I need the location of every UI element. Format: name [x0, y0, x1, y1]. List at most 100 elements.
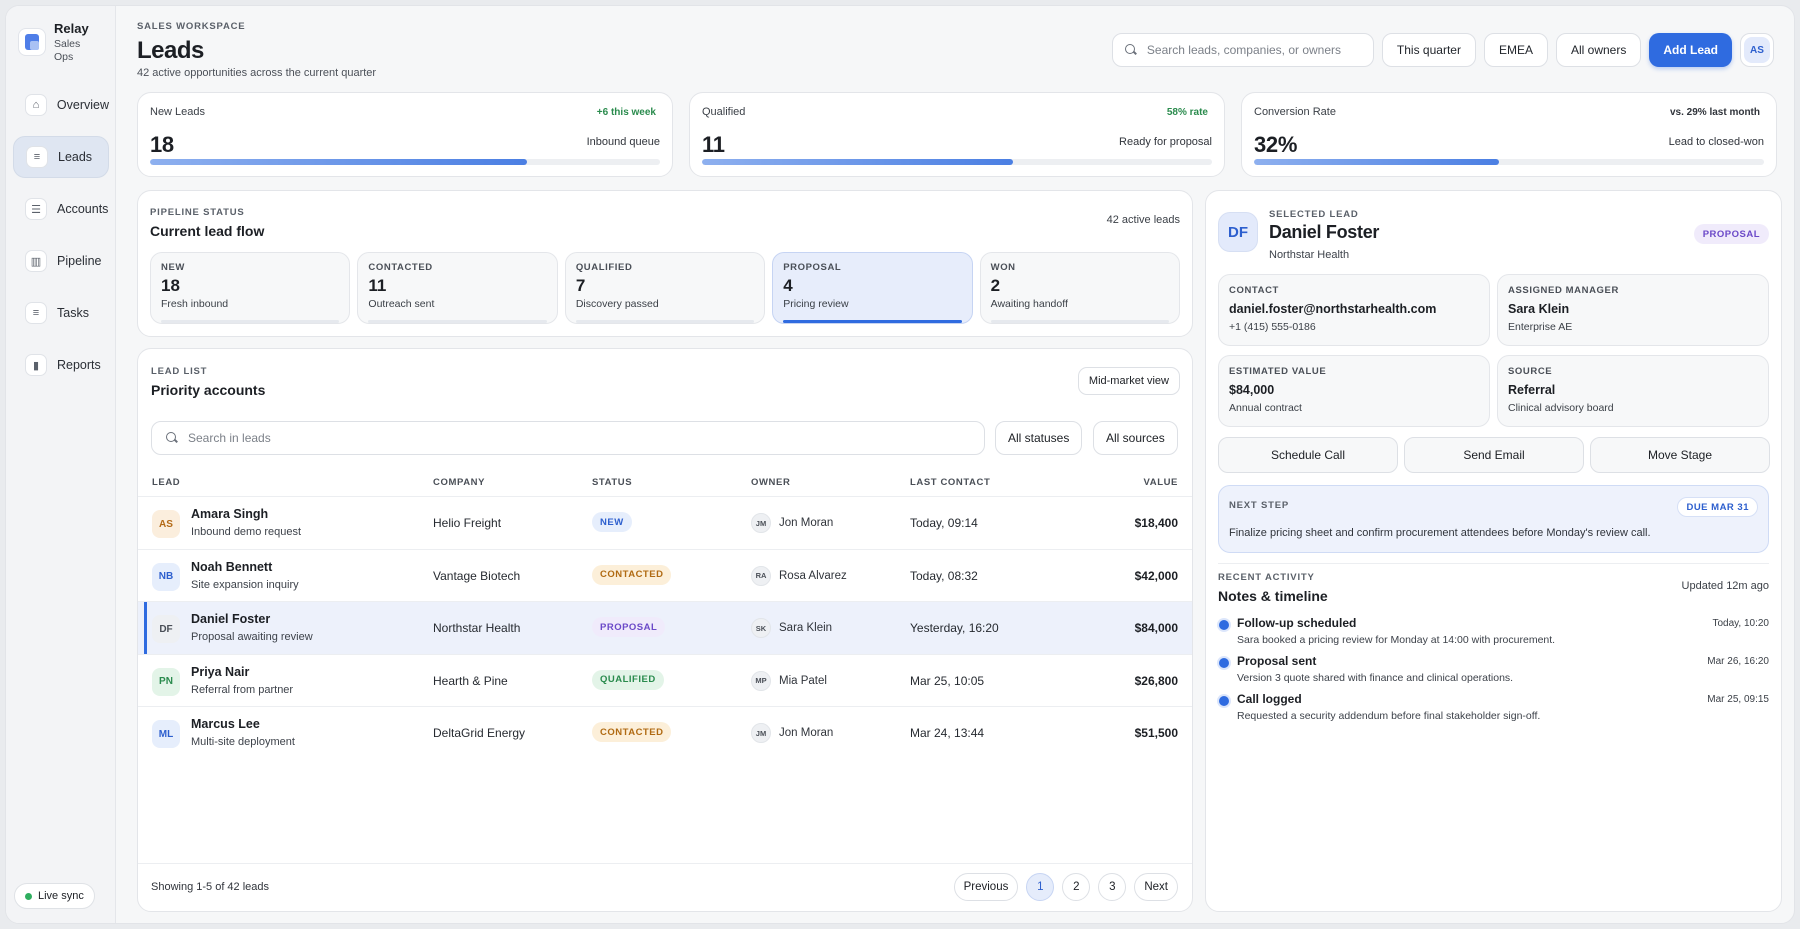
sidebar-item-overview[interactable]: ⌂ Overview	[13, 84, 109, 126]
timeline-text: Sara booked a pricing review for Monday …	[1237, 634, 1556, 646]
timeline-item[interactable]: Call logged Requested a security addendu…	[1218, 691, 1769, 729]
global-search-input[interactable]: Search leads, companies, or owners	[1111, 33, 1374, 67]
status-filter-button[interactable]: All statuses	[995, 421, 1083, 455]
previous-page-button[interactable]: Previous	[953, 873, 1019, 901]
move-stage-button[interactable]: Move Stage	[1590, 437, 1770, 473]
activity-updated: Updated 12m ago	[1681, 580, 1769, 592]
timeline-item[interactable]: Proposal sent Version 3 quote shared wit…	[1218, 653, 1769, 691]
table-row[interactable]: NB Noah Bennett Site expansion inquiry V…	[138, 548, 1192, 602]
pipeline-status-card: PIPELINE STATUS Current lead flow 42 act…	[137, 190, 1193, 337]
lead-avatar: ML	[152, 720, 180, 748]
stage-qualified[interactable]: QUALIFIED 7 Discovery passed	[564, 252, 766, 324]
stat-badge: vs. 29% last month	[1669, 107, 1760, 118]
selected-lead-company: Northstar Health	[1269, 249, 1350, 261]
sidebar-item-leads[interactable]: ≡ Leads	[13, 136, 109, 178]
last-contact: Mar 24, 13:44	[910, 726, 985, 740]
column-header-last-contact[interactable]: LAST CONTACT	[910, 477, 990, 488]
column-header-company[interactable]: COMPANY	[433, 477, 485, 488]
stage-contacted[interactable]: CONTACTED 11 Outreach sent	[357, 252, 558, 324]
stage-name: WON	[990, 262, 1016, 273]
sidebar-item-tasks[interactable]: ≡ Tasks	[13, 292, 109, 334]
stage-won[interactable]: WON 2 Awaiting handoff	[979, 252, 1181, 324]
lead-list-card: LEAD LIST Priority accounts Mid-market v…	[137, 348, 1193, 912]
column-header-lead[interactable]: LEAD	[152, 477, 180, 488]
next-page-button[interactable]: Next	[1134, 873, 1178, 901]
user-avatar[interactable]: AS	[1740, 33, 1774, 67]
column-header-status[interactable]: STATUS	[592, 477, 632, 488]
add-lead-button[interactable]: Add Lead	[1649, 33, 1732, 67]
lead-source: Referral	[1508, 383, 1556, 397]
stage-bar	[783, 320, 962, 323]
schedule-call-button[interactable]: Schedule Call	[1218, 437, 1398, 473]
timeline-title: Follow-up scheduled	[1237, 616, 1357, 630]
table-row[interactable]: AS Amara Singh Inbound demo request Heli…	[138, 496, 1192, 549]
manager-role: Enterprise AE	[1508, 321, 1573, 333]
brand[interactable]: Relay Sales Ops	[18, 22, 89, 64]
period-filter-button[interactable]: This quarter	[1381, 33, 1476, 67]
page-button-3[interactable]: 3	[1098, 873, 1127, 901]
stage-name: PROPOSAL	[783, 262, 842, 273]
owner-name: Jon Moran	[779, 727, 834, 739]
column-header-owner[interactable]: OWNER	[751, 477, 790, 488]
stage-name: CONTACTED	[368, 262, 433, 273]
brand-sub-line-2: Ops	[54, 50, 74, 63]
stat-progress-bar	[702, 159, 1212, 165]
lead-avatar: NB	[152, 562, 180, 591]
table-row[interactable]: PN Priya Nair Referral from partner Hear…	[138, 653, 1192, 707]
owner-avatar: JM	[751, 513, 771, 533]
lead-list-eyebrow: LEAD LIST	[151, 366, 208, 377]
sidebar-item-reports[interactable]: ▮ Reports	[13, 344, 109, 386]
column-header-value[interactable]: VALUE	[1144, 477, 1179, 488]
status-badge: CONTACTED	[592, 564, 672, 585]
live-sync-badge[interactable]: Live sync	[14, 883, 95, 909]
sidebar-item-accounts[interactable]: ☰ Accounts	[13, 188, 109, 230]
stage-description: Discovery passed	[575, 298, 659, 310]
stage-description: Fresh inbound	[161, 298, 229, 310]
page-button-2[interactable]: 2	[1062, 873, 1091, 901]
stage-name: QUALIFIED	[575, 262, 633, 273]
owner-filter-button[interactable]: All owners	[1555, 33, 1642, 67]
pipeline-eyebrow: PIPELINE STATUS	[150, 207, 245, 218]
sidebar-item-label: Leads	[58, 150, 93, 164]
stage-count: 2	[990, 276, 1001, 295]
lead-name: Noah Bennett	[191, 559, 273, 574]
timeline-dot-icon	[1219, 696, 1229, 706]
region-filter-button[interactable]: EMEA	[1483, 33, 1548, 67]
stat-value: 32%	[1254, 132, 1298, 157]
contact-email[interactable]: daniel.foster@northstarhealth.com	[1229, 302, 1479, 316]
estimated-value: $84,000	[1229, 383, 1275, 397]
accounts-icon: ☰	[25, 198, 47, 220]
stage-bar	[161, 320, 340, 323]
info-label: CONTACT	[1229, 285, 1279, 296]
table-row[interactable]: ML Marcus Lee Multi-site deployment Delt…	[138, 706, 1192, 759]
table-row-selected[interactable]: DF Daniel Foster Proposal awaiting revie…	[138, 601, 1192, 654]
activity-title: Notes & timeline	[1218, 588, 1328, 604]
manager-info-box: ASSIGNED MANAGER Sara Klein Enterprise A…	[1497, 274, 1769, 346]
info-label: SOURCE	[1508, 366, 1553, 377]
pagination: Previous 1 2 3 Next	[953, 873, 1178, 901]
timeline-title: Call logged	[1237, 692, 1302, 706]
search-icon	[166, 432, 178, 444]
stage-new[interactable]: NEW 18 Fresh inbound	[150, 252, 351, 324]
send-email-button[interactable]: Send Email	[1404, 437, 1584, 473]
source-filter-button[interactable]: All sources	[1093, 421, 1178, 455]
due-date-badge: DUE MAR 31	[1677, 497, 1758, 517]
estimated-value-box: ESTIMATED VALUE $84,000 Annual contract	[1218, 355, 1490, 427]
stage-proposal[interactable]: PROPOSAL 4 Pricing review	[772, 252, 973, 324]
page-button-1[interactable]: 1	[1026, 873, 1055, 901]
relay-logo-icon	[18, 28, 46, 56]
contact-info-box: CONTACT daniel.foster@northstarhealth.co…	[1218, 274, 1490, 346]
last-contact: Today, 09:14	[910, 516, 978, 530]
list-icon: ≡	[26, 146, 48, 168]
page-subtitle: 42 active opportunities across the curre…	[137, 67, 377, 79]
last-contact: Today, 08:32	[910, 568, 978, 583]
owner-avatar: SK	[751, 618, 771, 638]
lead-search-input[interactable]: Search in leads	[151, 421, 985, 455]
mid-market-view-button[interactable]: Mid-market view	[1077, 367, 1180, 395]
stat-progress-bar	[150, 159, 660, 165]
sidebar-item-pipeline[interactable]: ▥ Pipeline	[13, 240, 109, 282]
timeline-item[interactable]: Follow-up scheduled Sara booked a pricin…	[1218, 615, 1769, 653]
pipeline-icon: ▥	[25, 250, 47, 272]
stage-description: Pricing review	[783, 298, 849, 310]
contact-phone[interactable]: +1 (415) 555-0186	[1229, 321, 1479, 333]
